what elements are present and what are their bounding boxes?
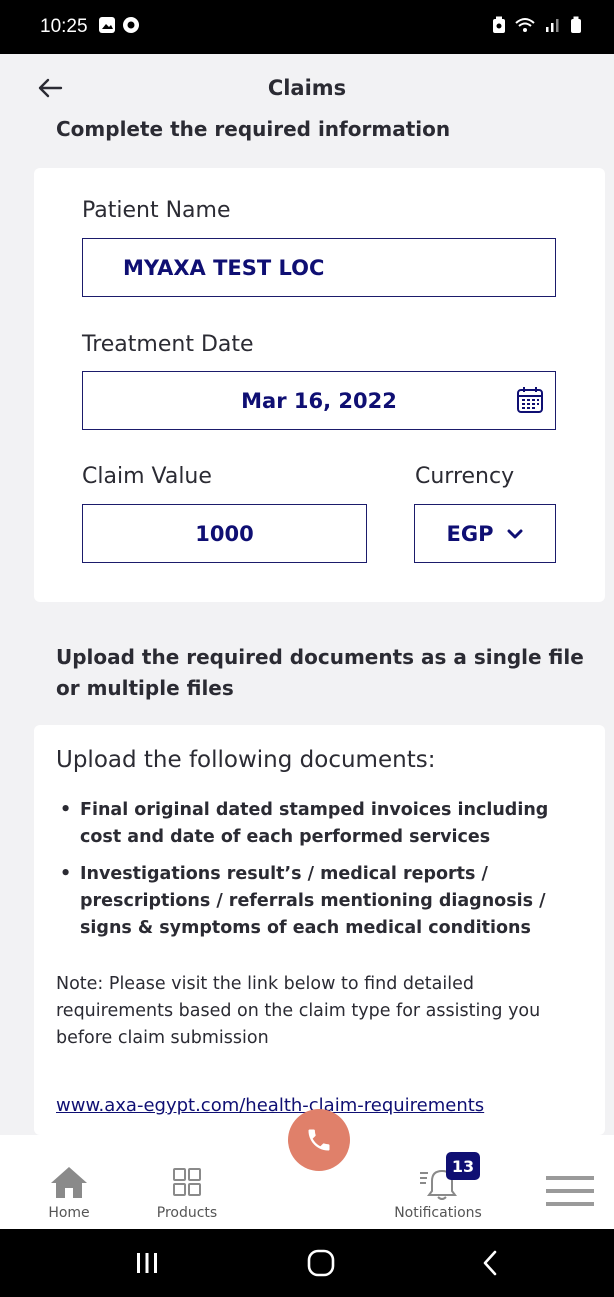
upload-title: Upload the following documents: [56,747,436,773]
nav-notifications-label: Notifications [394,1205,482,1221]
section-heading-upload: Upload the required documents as a singl… [56,645,584,700]
home-icon [51,1167,87,1198]
treatment-date-label: Treatment Date [82,332,254,357]
status-time: 10:25 [40,16,88,37]
claim-requirements-link[interactable]: www.axa-egypt.com/health-claim-requireme… [56,1095,484,1116]
currency-label: Currency [415,464,515,489]
list-item: Investigations result’s / medical report… [56,861,576,942]
claim-value-label: Claim Value [82,464,212,489]
section-heading-info: Complete the required information [56,117,451,141]
phone-icon [308,1129,330,1151]
upload-note: Note: Please visit the link below to fin… [56,974,541,1048]
chevron-down-icon [507,529,523,538]
battery-icon [570,16,582,38]
signal-icon [544,16,562,38]
patient-name-value: MYAXA TEST LOC [123,255,325,280]
app-notification-icon [122,16,140,38]
home-system-icon[interactable] [306,1249,336,1281]
grid-icon [173,1168,201,1196]
nav-home-label: Home [48,1205,90,1221]
upload-documents-card: Upload the following documents: Final or… [34,725,605,1135]
treatment-date-field[interactable]: Mar 16, 2022 [82,371,556,430]
calendar-icon[interactable] [515,385,545,420]
system-navigation-bar [0,1229,614,1297]
page-title: Claims [267,76,347,100]
patient-name-label: Patient Name [82,198,231,223]
patient-name-field[interactable]: MYAXA TEST LOC [82,238,556,297]
currency-select[interactable]: EGP [414,504,556,563]
nav-products[interactable]: Products [146,1135,228,1229]
hamburger-menu-icon[interactable] [546,1175,594,1207]
claim-form-card: Patient Name MYAXA TEST LOC Treatment Da… [34,168,605,602]
list-item: Final original dated stamped invoices in… [56,797,576,851]
notifications-badge: 13 [446,1152,480,1180]
back-system-icon[interactable] [480,1249,500,1281]
wifi-icon [514,16,536,38]
recent-apps-icon[interactable] [134,1251,160,1279]
gallery-icon [98,16,116,38]
currency-value: EGP [446,521,494,546]
nav-notifications[interactable]: Notifications [388,1135,488,1229]
battery-saver-icon [492,16,506,38]
nav-home[interactable]: Home [38,1135,100,1229]
required-documents-list: Final original dated stamped invoices in… [56,797,576,952]
claim-value-value: 1000 [195,521,254,546]
call-button[interactable] [288,1109,350,1171]
claim-value-field[interactable]: 1000 [82,504,367,563]
nav-products-label: Products [156,1205,218,1221]
bottom-navigation: Home Products Notifications 13 [0,1109,614,1229]
status-bar: 10:25 [0,0,614,54]
treatment-date-value: Mar 16, 2022 [241,388,397,413]
